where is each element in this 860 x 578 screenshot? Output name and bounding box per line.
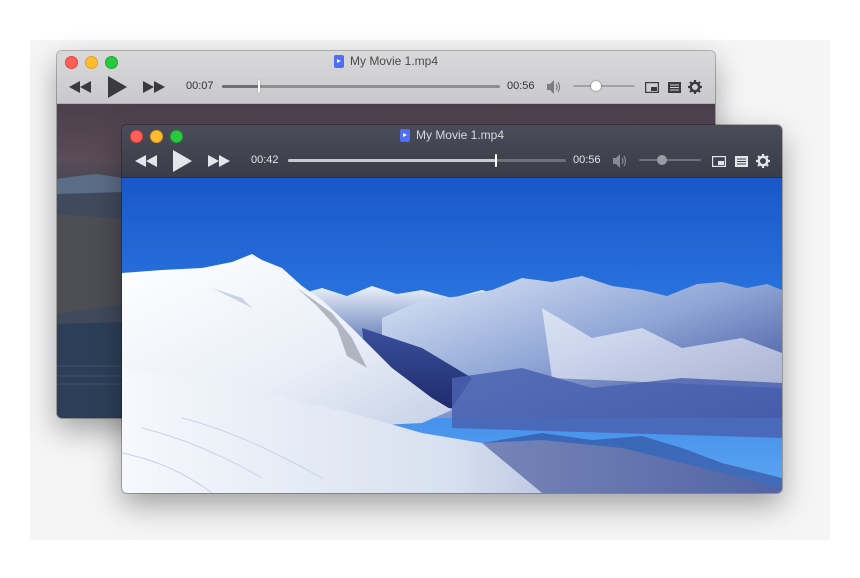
volume-knob[interactable] (591, 81, 601, 91)
volume-button[interactable] (612, 149, 630, 173)
movie-file-icon (399, 128, 410, 142)
playback-controls: 00:07 00:56 (57, 75, 715, 99)
picture-in-picture-icon (712, 155, 726, 167)
picture-in-picture-icon (645, 81, 659, 93)
rewind-button[interactable] (133, 149, 159, 173)
window-title-text: My Movie 1.mp4 (349, 54, 439, 68)
window-title: My Movie 1.mp4 (122, 128, 782, 142)
seek-bar[interactable] (222, 80, 500, 93)
volume-slider[interactable] (639, 155, 701, 165)
fast-forward-icon (208, 155, 230, 167)
current-time: 00:07 (186, 80, 214, 92)
movie-file-icon (333, 54, 344, 68)
seek-progress (222, 85, 259, 88)
titlebar[interactable]: My Movie 1.mp4 00:42 00:56 (122, 125, 782, 178)
fast-forward-button[interactable] (206, 149, 232, 173)
pip-button[interactable] (644, 75, 660, 99)
fast-forward-button[interactable] (141, 75, 167, 99)
playlist-icon (667, 81, 681, 93)
pip-button[interactable] (711, 149, 727, 173)
speaker-icon (613, 154, 627, 168)
play-icon (108, 76, 127, 98)
volume-button[interactable] (546, 75, 564, 99)
player-window-front[interactable]: My Movie 1.mp4 00:42 00:56 (122, 125, 782, 493)
play-button[interactable] (170, 149, 194, 173)
titlebar[interactable]: My Movie 1.mp4 00:07 00:56 (57, 51, 715, 104)
gear-icon (688, 80, 702, 94)
play-icon (173, 150, 192, 172)
settings-button[interactable] (687, 75, 703, 99)
playback-controls: 00:42 00:56 (122, 149, 782, 173)
volume-slider[interactable] (573, 81, 635, 91)
rewind-icon (135, 155, 157, 167)
window-title-text: My Movie 1.mp4 (415, 128, 505, 142)
play-button[interactable] (105, 75, 129, 99)
playlist-icon (734, 155, 748, 167)
rewind-button[interactable] (67, 75, 93, 99)
speaker-icon (547, 80, 561, 94)
total-time: 00:56 (507, 80, 535, 92)
settings-button[interactable] (755, 149, 771, 173)
seek-progress (288, 159, 497, 162)
fast-forward-icon (143, 81, 165, 93)
total-time: 00:56 (573, 154, 601, 166)
video-frame[interactable] (122, 178, 782, 493)
current-time: 00:42 (251, 154, 279, 166)
gear-icon (756, 154, 770, 168)
window-title: My Movie 1.mp4 (57, 54, 715, 68)
seek-bar[interactable] (288, 154, 566, 167)
seek-playhead[interactable] (495, 154, 497, 167)
seek-playhead[interactable] (258, 80, 260, 93)
rewind-icon (69, 81, 91, 93)
volume-knob[interactable] (657, 155, 667, 165)
playlist-button[interactable] (666, 75, 682, 99)
playlist-button[interactable] (733, 149, 749, 173)
